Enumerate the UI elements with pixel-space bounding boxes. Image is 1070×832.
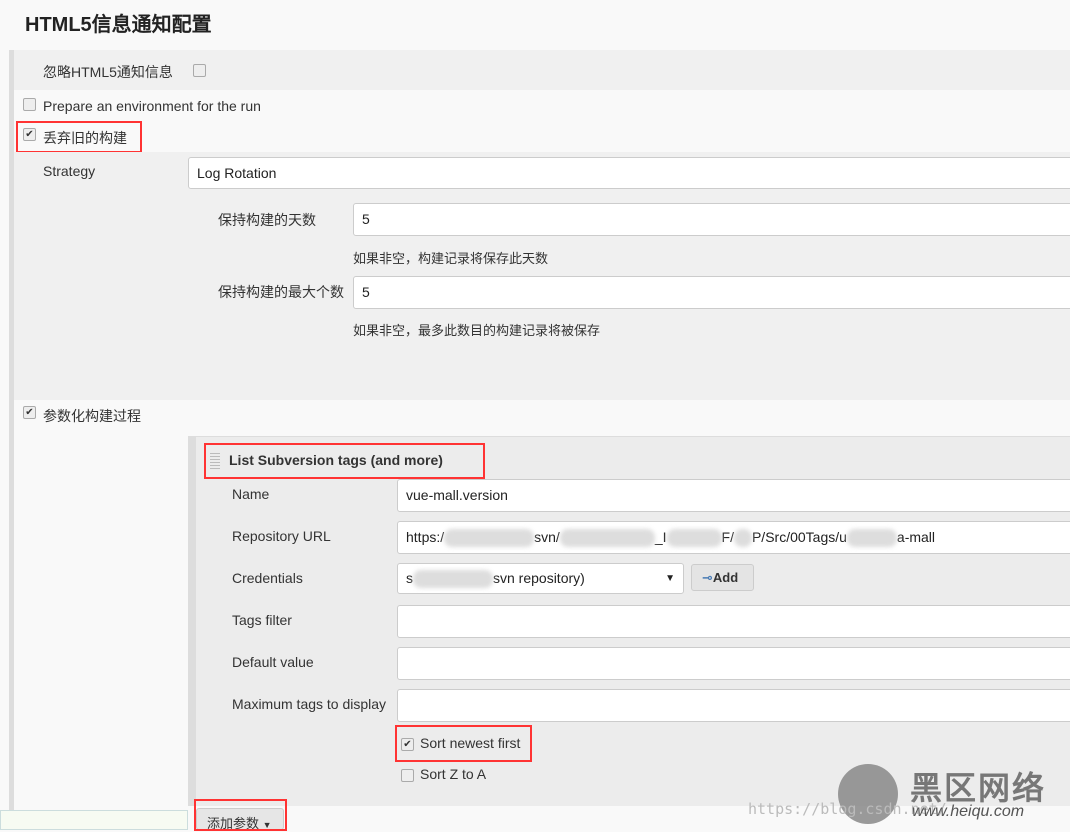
max-builds-label: 保持构建的最大个数 xyxy=(218,284,344,300)
discard-old-label: 丢弃旧的构建 xyxy=(43,130,127,146)
tags-filter-label: Tags filter xyxy=(232,612,292,628)
credentials-label: Credentials xyxy=(232,570,303,586)
repo-url-input[interactable]: https:/ svn/ _I F/P/Src/00Tags/u a-mall xyxy=(397,521,1070,554)
page-title: HTML5信息通知配置 xyxy=(25,14,212,36)
status-bar xyxy=(0,810,188,830)
credentials-select[interactable]: s svn repository) ▼ xyxy=(397,563,684,594)
url-part: a-mall xyxy=(896,529,936,545)
key-icon: ⊸ xyxy=(702,570,713,585)
max-tags-label: Maximum tags to display xyxy=(232,696,387,712)
repo-url-label: Repository URL xyxy=(232,528,331,544)
max-builds-input[interactable]: 5 xyxy=(353,276,1070,309)
cred-part: s xyxy=(406,570,413,586)
max-builds-help: 如果非空，最多此数目的构建记录将被保存 xyxy=(353,323,601,338)
name-label: Name xyxy=(232,486,270,502)
watermark-url: www.heiqu.com xyxy=(912,803,1025,820)
strategy-select[interactable]: Log Rotation xyxy=(188,157,1070,189)
sort-z-a-checkbox[interactable] xyxy=(401,769,414,782)
url-part: F/ xyxy=(721,529,734,545)
sort-newest-checkbox[interactable] xyxy=(401,738,414,751)
cred-part: svn repository) xyxy=(493,570,585,586)
sort-newest-label: Sort newest first xyxy=(420,735,521,751)
max-tags-input[interactable] xyxy=(397,689,1070,722)
url-part: _I xyxy=(654,529,667,545)
url-part: https:/ xyxy=(406,529,445,545)
add-credentials-button[interactable]: ⊸Add xyxy=(691,564,754,591)
prepare-env-label: Prepare an environment for the run xyxy=(43,98,261,114)
url-part: P/Src/00Tags/u xyxy=(751,529,847,545)
drag-handle-icon[interactable] xyxy=(210,451,220,469)
days-to-keep-input[interactable]: 5 xyxy=(353,203,1070,236)
param-panel-title: List Subversion tags (and more) xyxy=(229,452,443,468)
highlight-box xyxy=(194,799,287,831)
default-value-label: Default value xyxy=(232,654,314,670)
add-label: Add xyxy=(712,570,739,585)
name-input[interactable]: vue-mall.version xyxy=(397,479,1070,512)
chevron-down-icon: ▼ xyxy=(665,573,675,584)
tags-filter-input[interactable] xyxy=(397,605,1070,638)
days-to-keep-help: 如果非空，构建记录将保存此天数 xyxy=(353,251,549,266)
strategy-label: Strategy xyxy=(43,163,96,179)
ignore-html5-checkbox[interactable] xyxy=(193,64,206,77)
url-part: svn/ xyxy=(534,529,560,545)
parameterized-checkbox[interactable] xyxy=(23,406,36,419)
days-to-keep-label: 保持构建的天数 xyxy=(218,212,316,228)
ignore-html5-label: 忽略HTML5通知信息 xyxy=(43,64,173,80)
sort-z-a-label: Sort Z to A xyxy=(420,766,487,782)
default-value-input[interactable] xyxy=(397,647,1070,680)
prepare-env-checkbox[interactable] xyxy=(23,98,36,111)
discard-old-checkbox[interactable] xyxy=(23,128,36,141)
parameterized-label: 参数化构建过程 xyxy=(43,408,141,424)
